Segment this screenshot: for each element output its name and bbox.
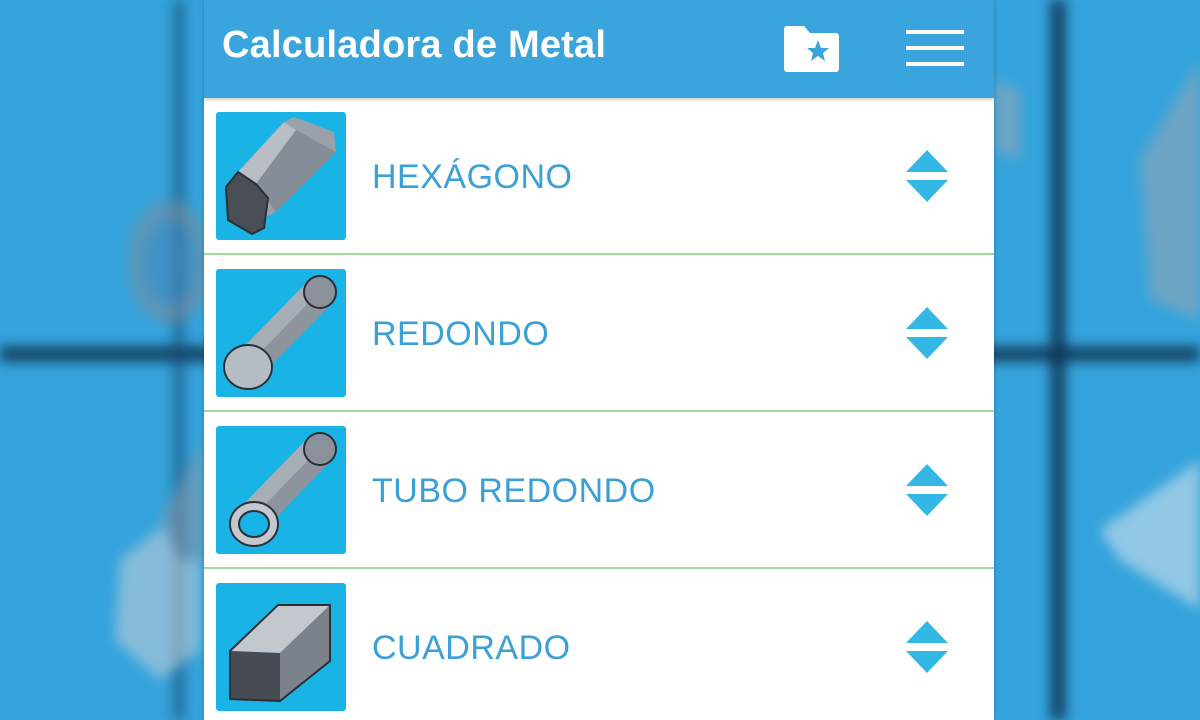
app-bar: Calculadora de Metal [204,0,994,98]
list-item-label: CUADRADO [372,629,571,667]
shape-list: HEXÁGONO REDONDO TUBO REDONDO CUADRADO [204,98,994,720]
list-item-tubo-redondo[interactable]: TUBO REDONDO [204,412,994,569]
sort-handle[interactable] [904,305,950,361]
list-item-redondo[interactable]: REDONDO [204,255,994,412]
sort-handle[interactable] [904,148,950,204]
sort-arrows-icon [906,307,948,359]
hexagon-bar-icon [216,112,346,240]
round-tube-icon [216,426,346,554]
list-item-label: TUBO REDONDO [372,472,656,510]
hamburger-menu-icon [906,30,964,66]
list-item-hexagono[interactable]: HEXÁGONO [204,98,994,255]
list-item-cuadrado[interactable]: CUADRADO [204,569,994,720]
app-title: Calculadora de Metal [222,24,607,66]
square-bar-icon [216,583,346,711]
list-item-label: REDONDO [372,315,550,353]
folder-star-icon [784,26,839,72]
sort-handle[interactable] [904,462,950,518]
sort-arrows-icon [906,150,948,202]
list-item-label: HEXÁGONO [372,158,573,196]
favorites-button[interactable] [780,20,842,74]
sort-handle[interactable] [904,619,950,675]
app-window: Calculadora de Metal HEXÁGONO REDONDO TU… [204,0,994,720]
menu-button[interactable] [902,24,968,72]
round-bar-icon [216,269,346,397]
sort-arrows-icon [906,621,948,673]
sort-arrows-icon [906,464,948,516]
